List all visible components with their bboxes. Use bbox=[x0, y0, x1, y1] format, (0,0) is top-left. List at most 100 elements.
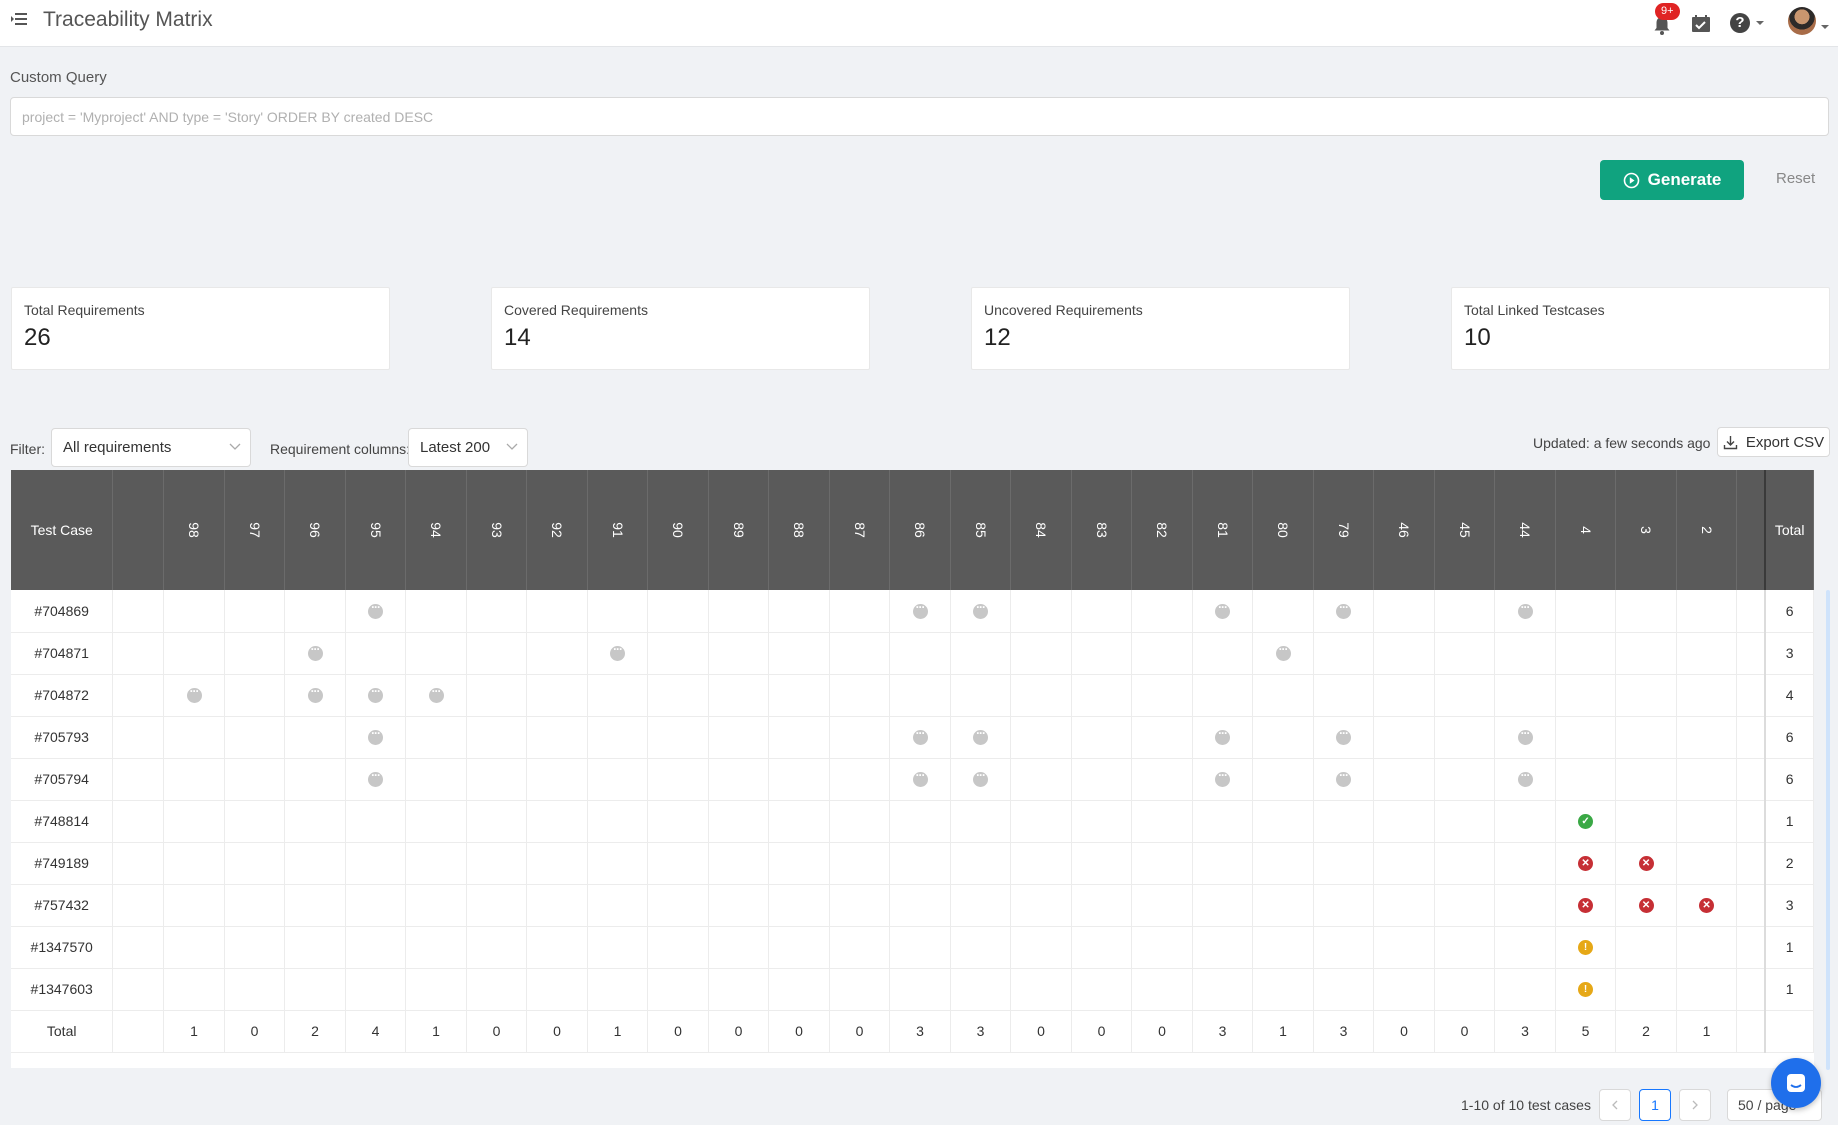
matrix-cell bbox=[768, 800, 830, 843]
status-dots-icon[interactable] bbox=[428, 684, 444, 704]
status-dots-icon[interactable] bbox=[1517, 768, 1533, 788]
matrix-cell bbox=[284, 758, 346, 801]
requirement-column-header[interactable]: 97 bbox=[224, 470, 286, 590]
status-dots-icon[interactable] bbox=[1215, 600, 1231, 620]
requirement-column-header[interactable]: 83 bbox=[1071, 470, 1133, 590]
reset-button[interactable]: Reset bbox=[1776, 170, 1815, 187]
requirement-column-header[interactable]: 96 bbox=[284, 470, 346, 590]
requirement-column-header[interactable]: 90 bbox=[647, 470, 709, 590]
status-dots-icon[interactable] bbox=[1517, 726, 1533, 746]
requirement-column-header[interactable]: 94 bbox=[405, 470, 467, 590]
requirement-column-header[interactable]: 91 bbox=[587, 470, 649, 590]
status-dots-icon[interactable] bbox=[1336, 768, 1352, 788]
status-dots-icon[interactable] bbox=[368, 768, 384, 788]
menu-icon[interactable] bbox=[10, 10, 28, 28]
test-case-id[interactable]: #704872 bbox=[11, 674, 114, 717]
status-dots-icon[interactable] bbox=[1336, 600, 1352, 620]
test-case-id[interactable]: #705793 bbox=[11, 716, 114, 759]
requirement-column-header[interactable]: 93 bbox=[466, 470, 528, 590]
requirement-column-header[interactable]: 80 bbox=[1252, 470, 1314, 590]
requirement-id: 98 bbox=[186, 522, 203, 538]
requirement-column-header[interactable]: 95 bbox=[345, 470, 407, 590]
requirement-column-header[interactable]: 89 bbox=[708, 470, 770, 590]
previous-page-button[interactable] bbox=[1599, 1089, 1631, 1121]
requirement-column-header[interactable]: 44 bbox=[1494, 470, 1556, 590]
requirement-column-header[interactable]: 3 bbox=[1615, 470, 1677, 590]
status-dots-icon[interactable] bbox=[368, 600, 384, 620]
status-dots-icon[interactable] bbox=[912, 600, 928, 620]
status-dots-icon[interactable] bbox=[973, 726, 989, 746]
status-dots-icon[interactable] bbox=[912, 768, 928, 788]
requirement-column-header[interactable]: 82 bbox=[1131, 470, 1193, 590]
test-case-id[interactable]: #748814 bbox=[11, 800, 114, 843]
test-case-id[interactable]: #1347570 bbox=[11, 926, 114, 969]
requirement-column-header[interactable]: 88 bbox=[768, 470, 830, 590]
help-icon[interactable]: ? bbox=[1730, 13, 1750, 33]
requirement-column-header[interactable]: 85 bbox=[950, 470, 1012, 590]
status-fail-icon[interactable] bbox=[1578, 856, 1594, 872]
chat-launcher-button[interactable] bbox=[1771, 1058, 1821, 1108]
status-warn-icon[interactable] bbox=[1578, 982, 1594, 998]
requirement-column-header[interactable]: 4 bbox=[1555, 470, 1617, 590]
test-case-id[interactable]: #749189 bbox=[11, 842, 114, 885]
matrix-cell bbox=[224, 926, 286, 969]
requirement-column-header[interactable]: 98 bbox=[163, 470, 225, 590]
requirement-column-header[interactable]: 46 bbox=[1373, 470, 1435, 590]
status-warn-icon[interactable] bbox=[1578, 940, 1594, 956]
test-case-id[interactable]: #757432 bbox=[11, 884, 114, 927]
requirement-column-header[interactable]: 2 bbox=[1676, 470, 1738, 590]
chevron-down-icon[interactable] bbox=[1819, 22, 1831, 32]
export-csv-button[interactable]: Export CSV bbox=[1717, 427, 1830, 457]
matrix-cell bbox=[1071, 800, 1133, 843]
status-dots-icon[interactable] bbox=[1275, 642, 1291, 662]
matrix-cell bbox=[1434, 842, 1496, 885]
status-dots-icon[interactable] bbox=[307, 684, 323, 704]
requirement-column-header[interactable]: 84 bbox=[1010, 470, 1072, 590]
status-fail-icon[interactable] bbox=[1699, 898, 1715, 914]
test-case-id[interactable]: #1347603 bbox=[11, 968, 114, 1011]
status-dots-icon[interactable] bbox=[307, 642, 323, 662]
status-dots-icon[interactable] bbox=[1336, 726, 1352, 746]
matrix-cell bbox=[1252, 968, 1314, 1011]
matrix-cell bbox=[950, 884, 1012, 927]
status-fail-icon[interactable] bbox=[1578, 898, 1594, 914]
requirement-column-header[interactable]: 87 bbox=[829, 470, 891, 590]
status-dots-icon[interactable] bbox=[368, 684, 384, 704]
requirement-id: 83 bbox=[1093, 522, 1110, 538]
requirement-column-header[interactable]: 86 bbox=[889, 470, 951, 590]
status-fail-icon[interactable] bbox=[1638, 898, 1654, 914]
custom-query-input[interactable] bbox=[10, 97, 1829, 136]
requirement-column-header[interactable]: 45 bbox=[1434, 470, 1496, 590]
status-dots-icon[interactable] bbox=[1517, 600, 1533, 620]
status-fail-icon[interactable] bbox=[1638, 856, 1654, 872]
matrix-cell bbox=[1676, 968, 1738, 1011]
test-case-id[interactable]: #704871 bbox=[11, 632, 114, 675]
status-dots-icon[interactable] bbox=[1215, 726, 1231, 746]
vertical-scrollbar[interactable] bbox=[1826, 590, 1830, 1070]
status-dots-icon[interactable] bbox=[186, 684, 202, 704]
test-case-id[interactable]: #705794 bbox=[11, 758, 114, 801]
stat-card-covered-requirements: Covered Requirements 14 bbox=[491, 287, 870, 370]
status-dots-icon[interactable] bbox=[912, 726, 928, 746]
requirement-column-header[interactable]: 81 bbox=[1192, 470, 1254, 590]
status-dots-icon[interactable] bbox=[973, 600, 989, 620]
requirement-columns-select[interactable]: Latest 200 bbox=[408, 428, 528, 467]
status-dots-icon[interactable] bbox=[973, 768, 989, 788]
test-case-id[interactable]: #704869 bbox=[11, 590, 114, 633]
filter-select[interactable]: All requirements bbox=[51, 428, 251, 467]
status-dots-icon[interactable] bbox=[368, 726, 384, 746]
generate-button[interactable]: Generate bbox=[1600, 160, 1744, 200]
status-pass-icon[interactable] bbox=[1578, 814, 1594, 830]
calendar-check-icon[interactable] bbox=[1690, 13, 1712, 35]
requirement-column-header[interactable]: 92 bbox=[526, 470, 588, 590]
matrix-cell bbox=[1615, 884, 1677, 927]
next-page-button[interactable] bbox=[1679, 1089, 1711, 1121]
requirement-column-header[interactable]: 79 bbox=[1313, 470, 1375, 590]
matrix-cell bbox=[1555, 968, 1617, 1011]
status-dots-icon[interactable] bbox=[1215, 768, 1231, 788]
status-dots-icon[interactable] bbox=[610, 642, 626, 662]
matrix-cell bbox=[224, 632, 286, 675]
page-1-button[interactable]: 1 bbox=[1639, 1089, 1671, 1121]
chevron-down-icon[interactable] bbox=[1754, 18, 1766, 28]
avatar[interactable] bbox=[1788, 7, 1816, 35]
